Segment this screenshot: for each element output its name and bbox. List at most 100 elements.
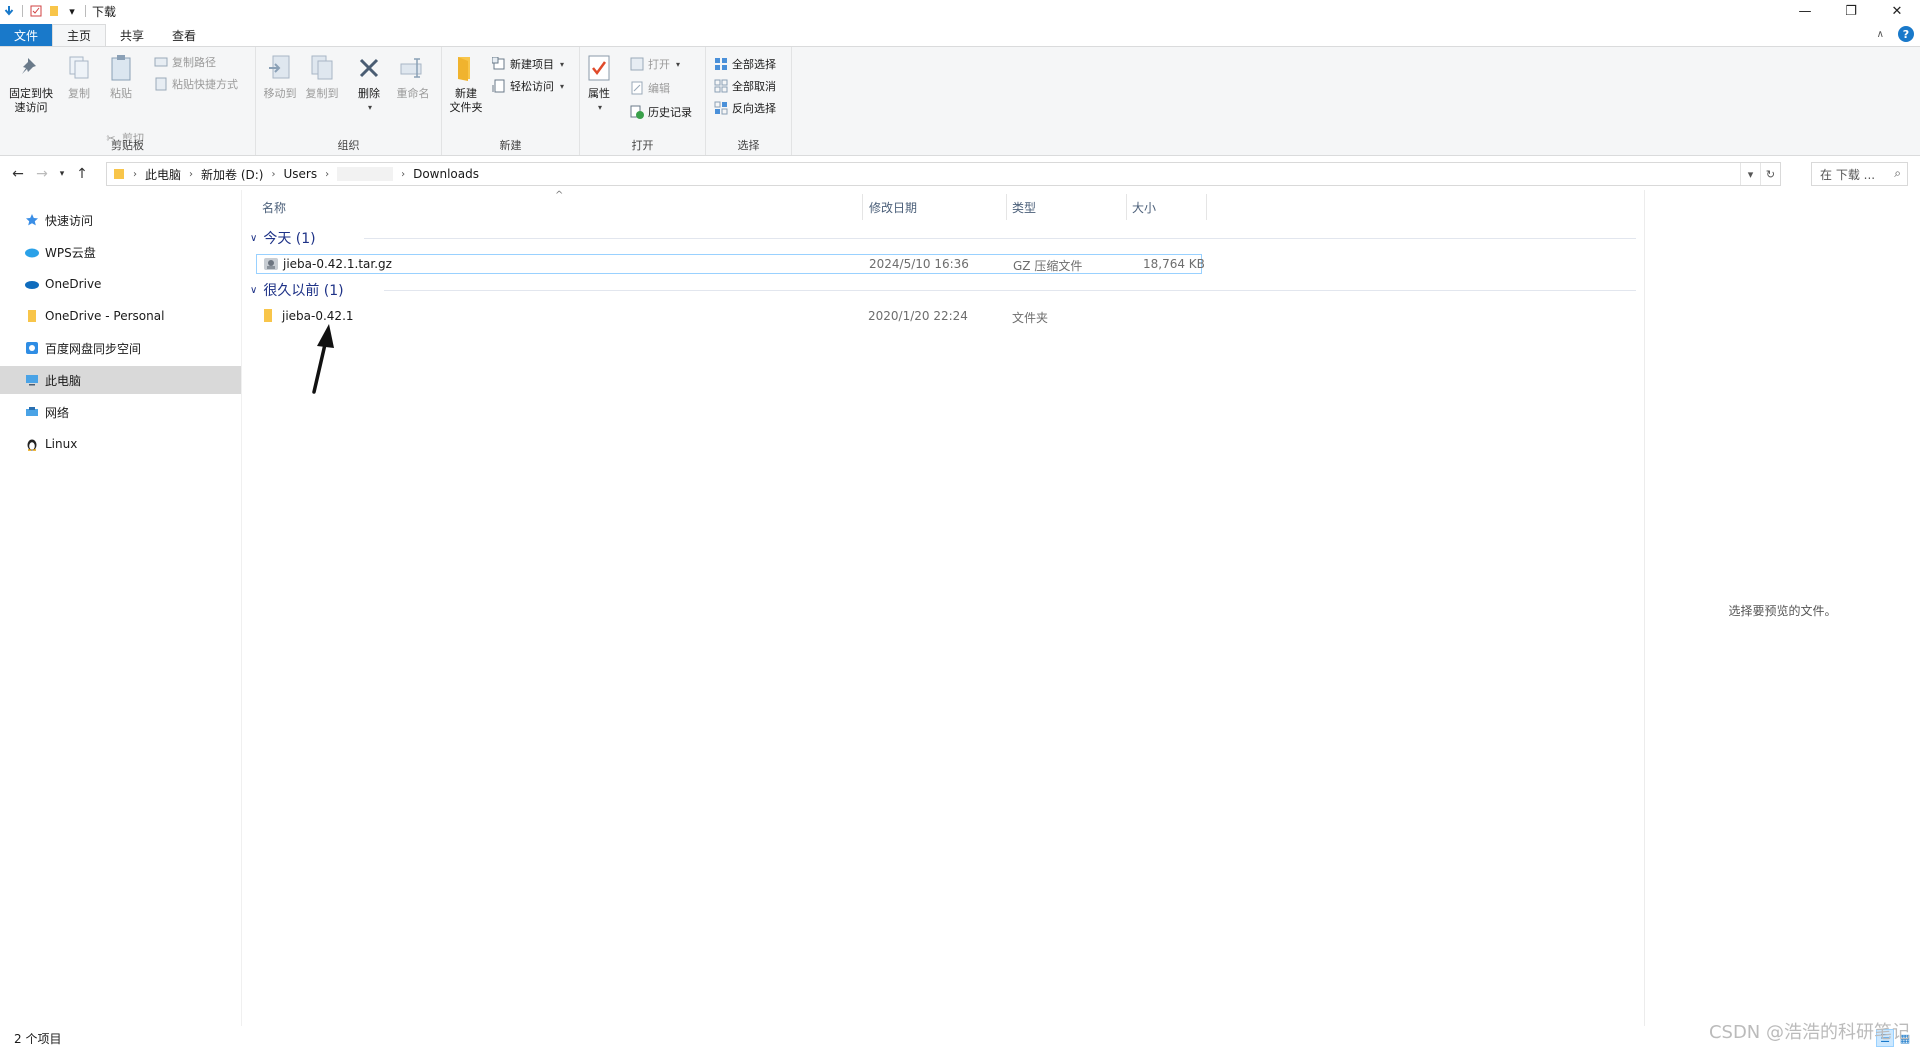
paste-shortcut-button[interactable]: 粘贴快捷方式: [154, 75, 238, 93]
minimize-button[interactable]: —: [1782, 0, 1828, 22]
delete-dropdown-icon[interactable]: ▾: [368, 101, 372, 115]
copy-path-button[interactable]: 复制路径: [154, 53, 216, 71]
chevron-right-icon[interactable]: ›: [133, 169, 137, 180]
edit-label: 编辑: [648, 82, 670, 95]
close-button[interactable]: ✕: [1874, 0, 1920, 22]
nav-item-onedrive-personal[interactable]: OneDrive - Personal: [0, 302, 241, 330]
chevron-right-icon[interactable]: ›: [271, 169, 275, 180]
easy-access-button[interactable]: 轻松访问 ▾: [492, 77, 564, 95]
new-folder-button[interactable]: 新建 文件夹: [446, 51, 486, 115]
table-row[interactable]: jieba-0.42.1 2020/1/20 22:24 文件夹: [256, 307, 1202, 327]
chevron-right-icon[interactable]: ›: [325, 169, 329, 180]
properties-dropdown-icon[interactable]: ▾: [598, 101, 602, 115]
penguin-icon: [24, 436, 40, 452]
edit-button[interactable]: 编辑: [630, 79, 670, 97]
column-header-type[interactable]: 类型: [1012, 190, 1036, 224]
new-item-button[interactable]: 新建项目 ▾: [492, 55, 564, 73]
new-item-icon: [492, 57, 506, 71]
column-header-name[interactable]: 名称: [262, 190, 286, 224]
tab-view[interactable]: 查看: [158, 24, 210, 46]
nav-label: 百度网盘同步空间: [45, 341, 142, 356]
column-divider[interactable]: [1126, 194, 1127, 220]
copy-to-button[interactable]: 复制到: [302, 51, 342, 101]
folder-icon: [262, 308, 274, 327]
copy-to-icon: [306, 51, 338, 85]
folder-icon: [113, 168, 125, 180]
up-arrow-icon: ↑: [76, 166, 88, 182]
cloud-icon: [24, 244, 40, 260]
copy-icon: [63, 51, 95, 85]
tab-home[interactable]: 主页: [52, 24, 107, 46]
chevron-right-icon[interactable]: ›: [401, 169, 405, 180]
move-to-button[interactable]: 移动到: [260, 51, 300, 101]
search-icon[interactable]: ⌕: [1894, 166, 1901, 181]
restore-button[interactable]: ❐: [1828, 0, 1874, 22]
column-header-modified[interactable]: 修改日期: [869, 190, 917, 224]
nav-item-onedrive[interactable]: OneDrive: [0, 270, 241, 298]
invert-selection-button[interactable]: 反向选择: [714, 99, 776, 117]
help-icon[interactable]: ?: [1898, 26, 1914, 42]
nav-label: OneDrive: [45, 277, 102, 291]
nav-item-quick-access[interactable]: 快速访问: [0, 206, 241, 234]
address-bar[interactable]: › 此电脑 › 新加卷 (D:) › Users › › Downloads ▾ ↻: [106, 162, 1781, 186]
breadcrumb-user-redacted[interactable]: [337, 167, 394, 181]
network-icon: [24, 404, 40, 420]
copy-button[interactable]: 复制: [62, 51, 96, 101]
breadcrumb-downloads[interactable]: Downloads: [413, 167, 479, 181]
refresh-icon[interactable]: ↻: [1760, 163, 1780, 185]
column-divider[interactable]: [862, 194, 863, 220]
delete-button[interactable]: 删除 ▾: [354, 51, 384, 115]
customize-toolbar-icon[interactable]: ▾: [65, 4, 79, 18]
breadcrumb-drive-d[interactable]: 新加卷 (D:): [201, 166, 263, 183]
paste-button[interactable]: 粘贴: [104, 51, 138, 101]
status-bar: 2 个项目 ☰ ▦: [0, 1026, 1920, 1050]
tab-share[interactable]: 共享: [106, 24, 158, 46]
new-folder-icon[interactable]: [47, 4, 61, 18]
pin-quick-access-button[interactable]: 固定到快 速访问: [6, 51, 56, 115]
window-title: 下载: [92, 4, 117, 19]
search-input[interactable]: 在 下载 ... ⌕: [1811, 162, 1908, 186]
recent-locations-button[interactable]: ▾: [54, 162, 70, 186]
file-modified: 2024/5/10 16:36: [869, 257, 969, 271]
tab-file[interactable]: 文件: [0, 24, 53, 46]
history-button[interactable]: 历史记录: [630, 103, 692, 121]
nav-item-baidu-sync[interactable]: 百度网盘同步空间: [0, 334, 241, 362]
group-header-today[interactable]: ∨ 今天 (1): [250, 228, 316, 248]
title-bar: ▾ 下载 — ❐ ✕: [0, 0, 1920, 22]
search-placeholder: 在 下载 ...: [1820, 167, 1876, 182]
properties-icon[interactable]: [29, 4, 43, 18]
group-header-long-ago[interactable]: ∨ 很久以前 (1): [250, 280, 344, 300]
nav-item-this-pc[interactable]: 此电脑: [0, 366, 241, 394]
select-none-label: 全部取消: [732, 80, 776, 93]
chevron-right-icon[interactable]: ›: [189, 169, 193, 180]
group-select: 全部选择 全部取消 反向选择 选择: [706, 47, 792, 155]
easy-access-icon: [492, 79, 506, 93]
delete-x-icon: [353, 51, 385, 85]
star-icon: [24, 212, 40, 228]
back-button[interactable]: ←: [6, 162, 30, 186]
copy-path-icon: [154, 55, 168, 69]
breadcrumb-this-pc[interactable]: 此电脑: [145, 166, 181, 183]
address-history-dropdown[interactable]: ▾: [1740, 163, 1760, 185]
open-button[interactable]: 打开 ▾: [630, 55, 680, 73]
chevron-down-icon: ∨: [250, 232, 258, 244]
open-dropdown-icon: ▾: [676, 59, 681, 69]
properties-button[interactable]: 属性 ▾: [584, 51, 614, 115]
nav-item-wps-cloud[interactable]: WPS云盘: [0, 238, 241, 266]
select-all-button[interactable]: 全部选择: [714, 55, 776, 73]
column-divider[interactable]: [1006, 194, 1007, 220]
forward-button[interactable]: →: [30, 162, 54, 186]
rename-button[interactable]: 重命名: [392, 51, 434, 101]
nav-item-linux[interactable]: Linux: [0, 430, 241, 458]
pin-icon: [15, 51, 47, 85]
table-row[interactable]: jieba-0.42.1.tar.gz 2024/5/10 16:36 GZ 压…: [256, 254, 1205, 274]
collapse-ribbon-icon[interactable]: ∧: [1877, 29, 1884, 40]
column-divider[interactable]: [1206, 194, 1207, 220]
nav-label: OneDrive - Personal: [45, 309, 165, 323]
select-none-button[interactable]: 全部取消: [714, 77, 776, 95]
up-button[interactable]: ↑: [70, 162, 94, 186]
column-header-size[interactable]: 大小: [1132, 190, 1156, 224]
group-clipboard: 固定到快 速访问 复制 粘贴 复制路径 粘贴快捷方式 ✂ 剪切 剪贴板: [0, 47, 256, 155]
nav-item-network[interactable]: 网络: [0, 398, 241, 426]
breadcrumb-users[interactable]: Users: [283, 167, 317, 181]
